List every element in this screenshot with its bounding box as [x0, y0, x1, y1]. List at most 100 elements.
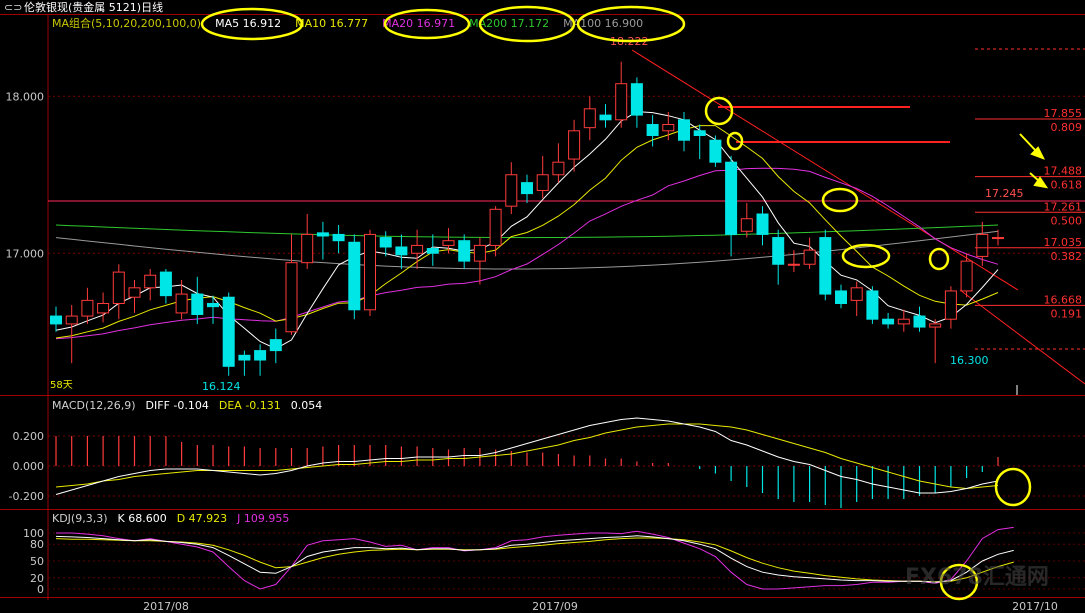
- candle-body: [882, 318, 895, 325]
- candle-down: [238, 350, 251, 376]
- candle-down: [709, 135, 722, 167]
- candle-up: [97, 292, 110, 323]
- kdj-lines: [55, 526, 1014, 590]
- candle-up: [850, 281, 863, 317]
- candle-down: [316, 221, 329, 260]
- candle-body: [740, 218, 753, 232]
- candle-body: [756, 213, 769, 235]
- candle-down: [207, 295, 219, 324]
- candle-up: [536, 155, 549, 199]
- candle-body: [144, 274, 157, 289]
- candle-body: [552, 161, 565, 176]
- candle-up: [552, 143, 565, 183]
- candle-down: [521, 174, 533, 204]
- level-fib-label: 0.809: [1051, 121, 1083, 134]
- legend-entry: DIFF -0.104: [146, 399, 209, 412]
- candle-down: [426, 234, 439, 266]
- candle-body: [254, 350, 267, 361]
- candle-body: [426, 248, 439, 254]
- level-price-label: 17.855: [1044, 107, 1083, 120]
- candle-down: [159, 268, 172, 304]
- candle-body: [191, 293, 204, 315]
- candle-down: [725, 155, 738, 257]
- candle-body: [207, 303, 219, 308]
- level-fib-label: 0.191: [1051, 307, 1083, 320]
- highlight-candle-1: [704, 96, 734, 126]
- candle-up: [505, 162, 518, 215]
- chart-window: ⊂⊃ 伦敦银现(贵金属 5121)日线 18.000 17.000 0.200 0.0…: [0, 0, 1085, 613]
- x-tick-label: 2017/08: [143, 600, 189, 613]
- days-count-label: 58天: [50, 380, 73, 391]
- menu-icon[interactable]: ⊂⊃: [4, 1, 22, 14]
- level-price-label: 17.488: [1044, 165, 1083, 178]
- x-tick-label: 2017/09: [532, 600, 578, 613]
- candle-body: [615, 83, 628, 121]
- candle-body: [301, 233, 314, 264]
- macd-y-tick: 0.200: [13, 430, 45, 443]
- candle-down: [332, 225, 345, 254]
- candle-up: [301, 214, 314, 269]
- candle-down: [222, 292, 235, 376]
- candle-down: [882, 312, 895, 329]
- kdj-y-tick: 80: [30, 538, 44, 551]
- candle-body: [960, 260, 973, 292]
- candle-body: [850, 287, 863, 301]
- watermark-logo: FX678汇通网: [905, 565, 1049, 590]
- candle-up: [740, 203, 753, 238]
- candle-down: [819, 229, 832, 301]
- candle-up: [81, 287, 94, 324]
- arrow-17488: [1019, 133, 1037, 152]
- kdj-y-tick: 0: [37, 583, 44, 596]
- candle-up: [929, 319, 942, 364]
- legend-entry: K 68.600: [118, 512, 167, 525]
- legend-entry: MA20 16.971: [382, 17, 455, 30]
- candle-body: [709, 139, 722, 163]
- candle-body: [835, 290, 847, 305]
- candle-up: [364, 229, 376, 317]
- candle-body: [630, 83, 643, 116]
- candle-body: [678, 119, 690, 141]
- candle-up: [583, 96, 596, 141]
- candle-down: [630, 77, 643, 128]
- candlestick-series: [50, 61, 1004, 376]
- main-y-tick: 18.000: [6, 90, 45, 103]
- candle-up: [442, 228, 455, 254]
- legend-entry: J 109.955: [236, 512, 289, 525]
- candle-body: [897, 318, 910, 325]
- candle-body: [411, 244, 424, 254]
- candle-down: [693, 124, 706, 160]
- macd-histogram: [55, 436, 999, 508]
- highlight-candle-3: [821, 187, 859, 213]
- candle-up: [112, 264, 125, 320]
- candle-down: [191, 276, 204, 324]
- kdj-y-tick: 50: [30, 555, 44, 568]
- candle-down: [254, 344, 267, 376]
- candle-up: [944, 286, 957, 329]
- candle-up: [128, 279, 141, 313]
- candle-down: [269, 328, 282, 364]
- candle-up: [285, 234, 298, 335]
- candle-body: [65, 315, 78, 325]
- legend-entry: 0.054: [291, 399, 323, 412]
- candle-body: [725, 161, 738, 235]
- legend-entry: DEA -0.131: [219, 399, 281, 412]
- candle-body: [583, 108, 596, 129]
- candle-body: [81, 299, 94, 317]
- window-title: 伦敦银现(贵金属 5121)日线: [24, 0, 163, 14]
- candle-body: [913, 315, 926, 328]
- candle-body: [50, 315, 62, 325]
- candle-body: [693, 130, 706, 137]
- candle-body: [944, 290, 957, 320]
- candle-down: [913, 306, 926, 332]
- candle-body: [442, 240, 455, 246]
- candle-body: [159, 271, 172, 297]
- candle-body: [489, 208, 502, 246]
- candle-down: [599, 104, 612, 128]
- candle-body: [819, 237, 832, 295]
- candle-up: [897, 309, 910, 332]
- macd-legend: MACD(12,26,9) DIFF -0.104 DEA -0.131 0.054: [52, 399, 322, 412]
- candle-down: [458, 234, 471, 269]
- candle-body: [458, 240, 471, 262]
- candle-body: [379, 237, 392, 248]
- candle-body: [929, 323, 942, 328]
